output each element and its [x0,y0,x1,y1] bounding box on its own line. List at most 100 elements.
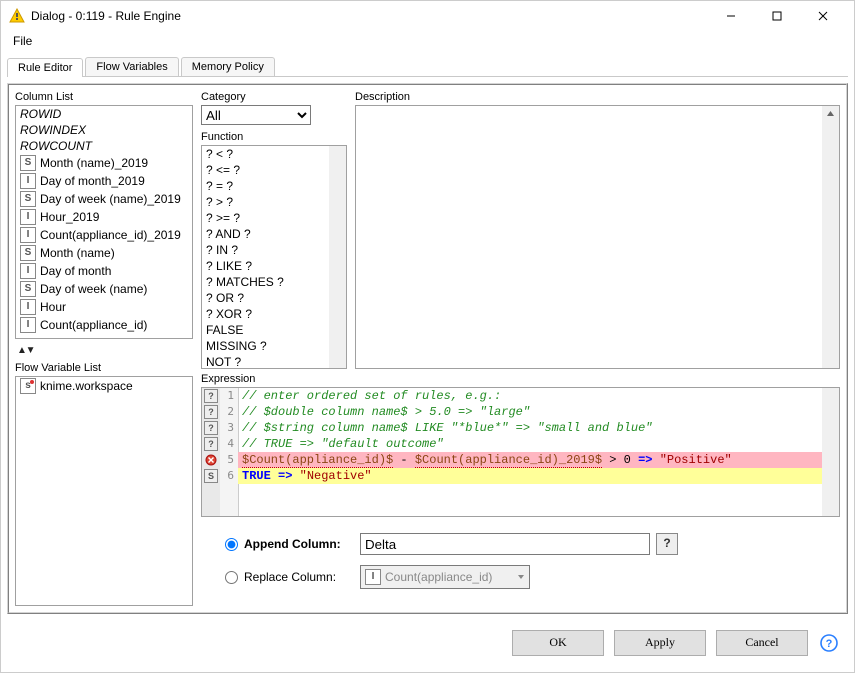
column-list-item[interactable]: IHour_2019 [16,208,192,226]
code-line[interactable]: TRUE => "Negative" [238,468,822,484]
function-item[interactable]: FALSE [202,322,346,338]
line-number: 5 [220,452,238,468]
append-column-radio[interactable] [225,538,238,551]
type-icon: I [20,227,36,243]
tab-rule-editor[interactable]: Rule Editor [7,58,83,77]
flow-variable-list[interactable]: s knime.workspace [15,376,193,606]
maximize-button[interactable] [754,1,800,31]
gutter-icon: ? [202,436,220,452]
append-column-input[interactable] [360,533,650,555]
gutter-icon: S [202,468,220,484]
type-icon: S [20,281,36,297]
expression-label: Expression [201,373,840,385]
help-icon[interactable]: ? [818,632,840,654]
rule-editor-panel: Column List ROWIDROWINDEXROWCOUNTSMonth … [7,83,848,614]
function-item[interactable]: ? >= ? [202,210,346,226]
column-list-item[interactable]: S Month (name) [16,244,192,262]
function-item[interactable]: ? XOR ? [202,306,346,322]
function-item[interactable]: ? = ? [202,178,346,194]
line-number: 6 [220,468,238,484]
column-list-item[interactable]: ROWCOUNT [16,138,192,154]
function-item[interactable]: ? OR ? [202,290,346,306]
replace-column-value: Count(appliance_id) [385,570,492,584]
column-list-item[interactable]: SMonth (name)_2019 [16,154,192,172]
error-icon [202,452,220,468]
window-title: Dialog - 0:119 - Rule Engine [31,9,181,23]
line-number: 4 [220,436,238,452]
column-list[interactable]: ROWIDROWINDEXROWCOUNTSMonth (name)_2019I… [15,105,193,339]
line-number: 3 [220,420,238,436]
code-line[interactable]: // $string column name$ LIKE "*blue*" =>… [238,420,822,436]
column-list-item[interactable]: SDay of week (name)_2019 [16,190,192,208]
code-line[interactable]: // enter ordered set of rules, e.g.: [238,388,822,404]
column-name: Month (name) [40,246,115,260]
column-list-item[interactable]: I Hour [16,298,192,316]
menu-file[interactable]: File [7,32,38,50]
type-icon: I [20,173,36,189]
code-line[interactable]: $Count(appliance_id)$ - $Count(appliance… [238,452,822,468]
scrollbar[interactable] [822,388,839,516]
cancel-button[interactable]: Cancel [716,630,808,656]
function-item[interactable]: ? IN ? [202,242,346,258]
function-list[interactable]: ? < ?? <= ?? = ?? > ?? >= ?? AND ?? IN ?… [201,145,347,369]
flow-variable-name: knime.workspace [40,379,133,393]
column-list-item[interactable]: ROWID [16,106,192,122]
type-icon: S [20,245,36,261]
column-list-item[interactable]: S Day of week (name) [16,280,192,298]
append-column-label: Append Column: [244,537,354,551]
column-list-item[interactable]: ROWINDEX [16,122,192,138]
column-list-item[interactable]: IDay of month [16,262,192,280]
scrollbar[interactable] [822,106,839,368]
type-icon: I [20,299,36,315]
gutter-icon: ? [202,404,220,420]
svg-text:?: ? [826,638,833,650]
category-select[interactable]: All [201,105,311,125]
column-list-item[interactable]: I Count(appliance_id)_2019 [16,226,192,244]
scrollbar[interactable] [329,146,346,368]
replace-column-select: I Count(appliance_id) [360,565,530,589]
flow-variable-item[interactable]: s knime.workspace [16,377,192,395]
close-button[interactable] [800,1,846,31]
type-icon: S [20,155,36,171]
ok-button[interactable]: OK [512,630,604,656]
function-item[interactable]: ? > ? [202,194,346,210]
tab-flow-variables[interactable]: Flow Variables [85,57,178,76]
function-item[interactable]: ? < ? [202,146,346,162]
type-icon: s [20,378,36,394]
replace-column-label: Replace Column: [244,570,354,584]
function-item[interactable]: MISSING ? [202,338,346,354]
column-list-label: Column List [15,91,193,103]
type-icon: I [20,317,36,333]
help-button[interactable]: ? [656,533,678,555]
line-number: 2 [220,404,238,420]
sort-arrows-icon[interactable]: ▲ ▼ [15,345,193,356]
minimize-button[interactable] [708,1,754,31]
replace-column-row: Replace Column: I Count(appliance_id) [225,565,840,589]
column-name: Day of week (name) [40,282,147,296]
tabstrip: Rule EditorFlow VariablesMemory Policy [1,51,854,77]
column-name: Count(appliance_id)_2019 [40,228,181,242]
column-name: Day of week (name)_2019 [40,192,181,206]
function-item[interactable]: ? AND ? [202,226,346,242]
apply-button[interactable]: Apply [614,630,706,656]
function-item[interactable]: NOT ? [202,354,346,369]
function-item[interactable]: ? MATCHES ? [202,274,346,290]
flow-variable-list-label: Flow Variable List [15,362,193,374]
code-line[interactable]: // $double column name$ > 5.0 => "large" [238,404,822,420]
code-line[interactable]: // TRUE => "default outcome" [238,436,822,452]
column-list-item[interactable]: I Day of month_2019 [16,172,192,190]
column-name: Day of month_2019 [40,174,145,188]
tab-memory-policy[interactable]: Memory Policy [181,57,275,76]
function-item[interactable]: ? LIKE ? [202,258,346,274]
column-name: Hour [40,300,66,314]
function-item[interactable]: ? <= ? [202,162,346,178]
category-label: Category [201,91,347,103]
dialog-footer: OK Apply Cancel ? [1,620,854,672]
expression-editor[interactable]: ????S 123456 // enter ordered set of rul… [201,387,840,517]
append-column-row: Append Column: ? [225,533,840,555]
column-name: ROWID [20,107,61,121]
description-label: Description [355,91,840,103]
column-list-item[interactable]: ICount(appliance_id) [16,316,192,334]
replace-column-radio[interactable] [225,571,238,584]
chevron-down-icon [517,570,525,584]
